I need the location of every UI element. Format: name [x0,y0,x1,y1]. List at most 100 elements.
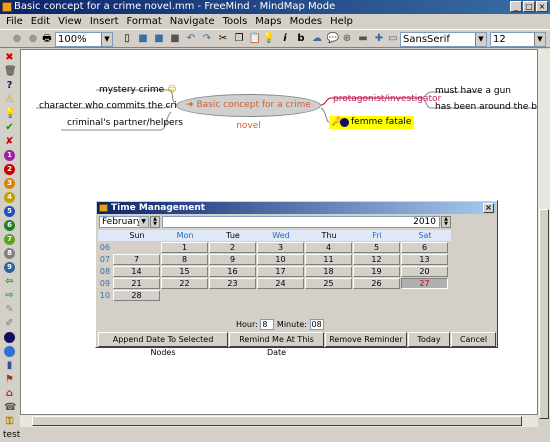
calendar-day[interactable]: 12 [353,254,400,265]
year-field[interactable]: 2010 [162,216,440,228]
append-date-button[interactable]: Append Date To Selected Nodes [98,332,228,357]
home-icon[interactable]: ⌂ [4,388,15,399]
chevron-down-icon[interactable]: ▼ [475,33,486,46]
calendar-day[interactable]: 9 [209,254,256,265]
zoom-in-icon[interactable]: ⊕ [340,32,354,46]
menu-file[interactable]: File [2,14,27,29]
calendar-day[interactable]: 13 [401,254,448,265]
menu-modes[interactable]: Modes [286,14,326,29]
priority-6-icon[interactable]: 6 [4,220,15,231]
chevron-down-icon[interactable]: ▼ [101,33,112,46]
attach-icon[interactable]: ✎ [4,304,15,315]
calendar-day[interactable]: 22 [161,278,208,289]
calendar-day[interactable]: 8 [161,254,208,265]
node-around-block[interactable]: has been around the block a [435,102,537,112]
chevron-down-icon[interactable]: ▼ [139,217,148,227]
warning-icon[interactable]: ⚠ [4,94,15,105]
calendar-day[interactable]: 19 [353,266,400,277]
dialog-close-button[interactable]: × [483,203,494,213]
print-icon[interactable]: 🖶 [40,32,54,46]
priority-1-icon[interactable]: 1 [4,150,15,161]
minute-input[interactable]: 08 [309,319,324,330]
horizontal-scrollbar[interactable] [20,415,538,427]
font-size-combo[interactable]: 12 ▼ [490,32,546,47]
month-spinner[interactable]: ▲ ▼ [150,216,160,228]
book-icon[interactable]: ▮ [4,360,15,371]
node-gun[interactable]: must have a gun [435,86,511,96]
calendar-day[interactable]: 1 [161,242,208,253]
node-femme-fatale[interactable]: 🔑 femme fatale [329,116,415,129]
calendar-day[interactable]: 16 [209,266,256,277]
menu-maps[interactable]: Maps [251,14,285,29]
help-icon[interactable]: ? [4,80,15,91]
root-node[interactable]: ➜ Basic concept for a crime novel [176,94,321,131]
priority-9-icon[interactable]: 9 [4,262,15,273]
bomb-icon[interactable] [4,332,15,343]
calendar-day[interactable]: 11 [305,254,352,265]
scroll-thumb[interactable] [32,416,522,426]
copy-icon[interactable]: ❐ [232,32,246,46]
globe-icon[interactable] [4,346,15,357]
menu-tools[interactable]: Tools [219,14,252,29]
idea-icon[interactable]: 💡 [4,108,16,119]
note-icon[interactable]: 💬 [326,32,340,46]
priority-4-icon[interactable]: 4 [4,192,15,203]
priority-3-icon[interactable]: 3 [4,178,15,189]
calendar-day[interactable]: 6 [401,242,448,253]
calendar-day[interactable]: 10 [257,254,304,265]
calendar-day[interactable]: 21 [113,278,160,289]
calendar-day[interactable]: 4 [305,242,352,253]
calendar-day[interactable]: 5 [353,242,400,253]
year-spinner[interactable]: ▲ ▼ [441,216,451,228]
hour-input[interactable]: 8 [260,319,275,330]
forward-arrow-icon[interactable]: ⇨ [4,290,15,301]
priority-5-icon[interactable]: 5 [4,206,15,217]
calendar-day[interactable]: 17 [257,266,304,277]
font-combo[interactable]: SansSerif ▼ [400,32,487,47]
minimize-button[interactable]: _ [510,1,522,12]
menu-edit[interactable]: Edit [27,14,54,29]
node-criminal[interactable]: character who commits the crime [39,101,191,111]
node-mystery-crime[interactable]: mystery crime ☺ [99,85,176,95]
calendar-day[interactable]: 2 [209,242,256,253]
idea-icon[interactable]: 💡 [262,32,276,46]
menu-view[interactable]: View [54,14,86,29]
today-button[interactable]: Today [408,332,450,347]
forward-icon[interactable]: ● [26,32,40,46]
new-map-icon[interactable]: ▯ [120,32,134,46]
remove-last-icon[interactable]: ✖ [4,52,15,63]
month-select[interactable]: February ▼ [99,216,149,228]
calendar-day[interactable]: 24 [257,278,304,289]
menu-navigate[interactable]: Navigate [166,14,219,29]
scroll-thumb[interactable] [539,209,549,419]
remove-reminder-button[interactable]: Remove Reminder [325,332,407,347]
redo-icon[interactable]: ↷ [200,32,214,46]
calendar-day[interactable]: 18 [305,266,352,277]
remind-me-button[interactable]: Remind Me At This Date [229,332,324,357]
not-ok-icon[interactable]: ✘ [4,136,15,147]
calendar-day[interactable]: 20 [401,266,448,277]
maximize-button[interactable]: □ [523,1,535,12]
calendar-day[interactable]: 28 [113,290,160,301]
node-minus-icon[interactable]: ▬ [356,32,370,46]
italic-icon[interactable]: i [278,32,292,46]
cut-icon[interactable]: ✂ [216,32,230,46]
zoom-combo[interactable]: 100% ▼ [55,32,113,47]
key-icon[interactable]: ⚿ [4,416,15,427]
phone-icon[interactable]: ☎ [4,402,16,413]
undo-icon[interactable]: ↶ [184,32,198,46]
save-as-icon[interactable]: ■ [168,32,182,46]
menu-insert[interactable]: Insert [86,14,123,29]
priority-7-icon[interactable]: 7 [4,234,15,245]
trash-icon[interactable]: 🗑 [4,66,17,77]
cloud-icon[interactable]: ☁ [310,32,324,46]
calendar-day[interactable]: 14 [113,266,160,277]
close-button[interactable]: × [536,1,548,12]
pen-icon[interactable]: ✐ [4,318,15,329]
open-icon[interactable]: ■ [136,32,150,46]
node-partners[interactable]: criminal's partner/helpers [67,118,183,128]
menu-help[interactable]: Help [326,14,357,29]
edge-icon[interactable]: ▭ [386,32,400,46]
calendar-day[interactable]: 25 [305,278,352,289]
cancel-button[interactable]: Cancel [451,332,496,347]
